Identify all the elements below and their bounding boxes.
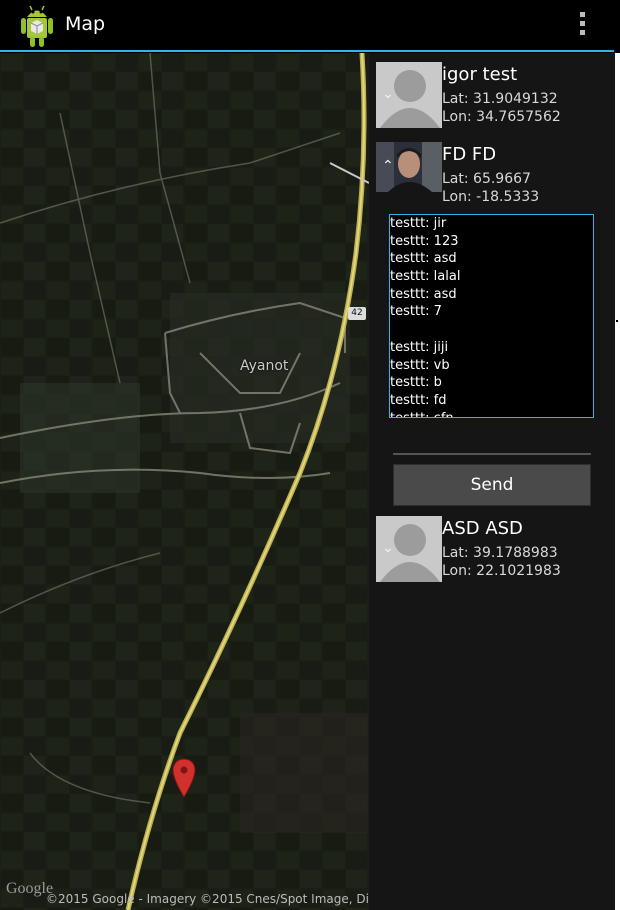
map-attribution: ©2015 Google - Imagery ©2015 Cnes/Spot I… bbox=[46, 892, 368, 906]
chat-message: testtt: 7 bbox=[390, 304, 442, 320]
user-name: FD FD bbox=[442, 144, 497, 165]
action-bar-divider bbox=[0, 50, 614, 52]
user-longitude: Lon: 22.1021983 bbox=[442, 563, 561, 579]
user-item[interactable]: ⌃ FD FD Lat: 65.9667 Lon: -18.5333 bbox=[376, 142, 616, 212]
user-longitude: Lon: -18.5333 bbox=[442, 189, 540, 205]
chat-message: testtt: cfn bbox=[390, 410, 593, 417]
user-latitude: Lat: 39.1788983 bbox=[442, 545, 558, 561]
user-latitude: Lat: 31.9049132 bbox=[442, 91, 558, 107]
chat-log[interactable]: testtt: jir testtt: 123 testtt: asd testtt:… bbox=[389, 214, 594, 418]
place-label: Ayanot bbox=[240, 358, 289, 374]
chat-message: testtt: lalal bbox=[390, 269, 461, 285]
chat-message bbox=[390, 321, 593, 339]
chat-message: testtt: fd bbox=[390, 392, 447, 408]
user-item[interactable]: ⌄ ASD ASD Lat: 39.1788983 Lon: 22.102198… bbox=[376, 516, 616, 586]
users-panel: ⌄ igor test Lat: 31.9049132 Lon: 34.7657… bbox=[369, 53, 615, 910]
message-input[interactable] bbox=[393, 453, 591, 455]
chevron-down-icon[interactable]: ⌄ bbox=[382, 540, 394, 556]
user-name: igor test bbox=[442, 64, 518, 85]
avatar: ⌃ bbox=[376, 142, 442, 192]
avatar: ⌄ bbox=[376, 62, 442, 128]
screen-edge bbox=[615, 53, 620, 910]
user-item[interactable]: ⌄ igor test Lat: 31.9049132 Lon: 34.7657… bbox=[376, 62, 616, 132]
send-button[interactable]: Send bbox=[393, 464, 591, 506]
location-marker-icon[interactable] bbox=[172, 758, 196, 798]
chat-message: testtt: asd bbox=[390, 251, 457, 267]
chat-message: testtt: vb bbox=[390, 357, 450, 373]
chevron-up-icon[interactable]: ⌃ bbox=[382, 158, 394, 174]
user-longitude: Lon: 34.7657562 bbox=[442, 109, 561, 125]
user-name: ASD ASD bbox=[442, 518, 523, 539]
chevron-down-icon[interactable]: ⌄ bbox=[382, 86, 394, 102]
road-number-badge: 42 bbox=[348, 307, 366, 320]
edge-dot bbox=[616, 320, 618, 322]
page-title: Map bbox=[65, 13, 106, 35]
user-latitude: Lat: 65.9667 bbox=[442, 171, 531, 187]
chat-message: testtt: asd bbox=[390, 286, 457, 302]
chat-message: testtt: jir bbox=[390, 216, 447, 231]
chat-message: testtt: jiji bbox=[390, 339, 449, 355]
chat-message: testtt: b bbox=[390, 375, 442, 391]
avatar: ⌄ bbox=[376, 516, 442, 582]
action-bar: Map bbox=[0, 0, 620, 52]
chat-message: testtt: 123 bbox=[390, 233, 459, 249]
android-robot-icon[interactable] bbox=[14, 3, 60, 49]
overflow-menu-icon[interactable] bbox=[574, 12, 590, 40]
